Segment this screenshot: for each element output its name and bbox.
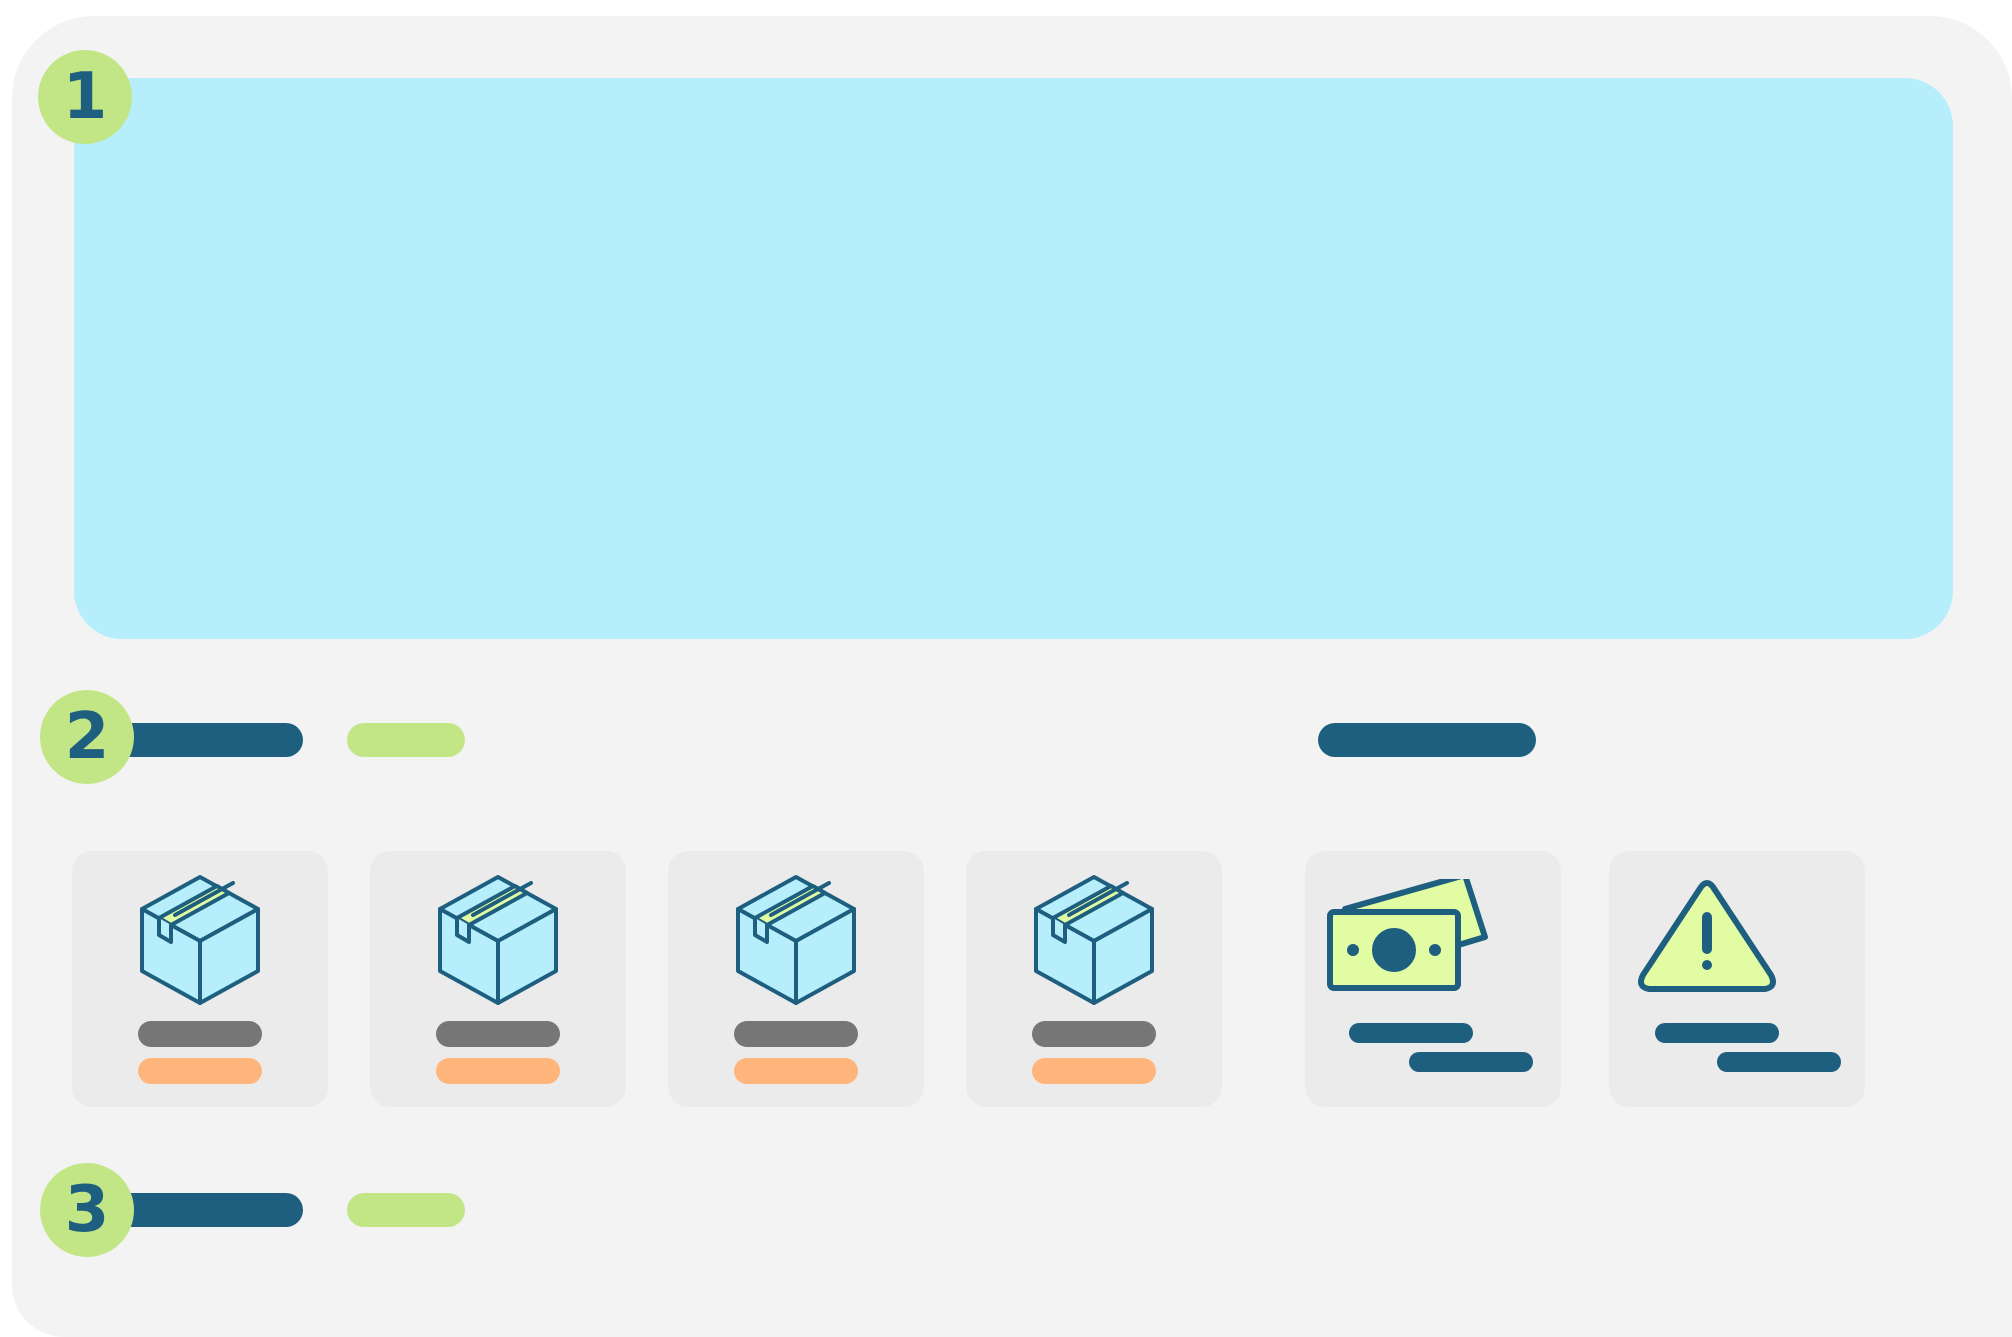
section-3-title-bar (108, 1193, 303, 1227)
alert-line-2 (1717, 1052, 1841, 1072)
product-name-bar (1032, 1021, 1156, 1047)
alert-line-1 (1655, 1023, 1779, 1043)
product-name-bar (734, 1021, 858, 1047)
box-icon (438, 875, 558, 1005)
section-2-right-title-bar (1318, 723, 1536, 757)
payment-line-1 (1349, 1023, 1473, 1043)
product-price-bar (734, 1058, 858, 1084)
product-card[interactable] (668, 851, 924, 1107)
product-price-bar (138, 1058, 262, 1084)
product-card[interactable] (370, 851, 626, 1107)
alert-card[interactable] (1609, 851, 1865, 1107)
payment-line-2 (1409, 1052, 1533, 1072)
box-icon (736, 875, 856, 1005)
step-badge-2: 2 (40, 690, 134, 784)
step-badge-1: 1 (38, 50, 132, 144)
section-2-title-bar (108, 723, 303, 757)
product-price-bar (436, 1058, 560, 1084)
step-badge-3: 3 (40, 1163, 134, 1257)
warning-icon (1638, 880, 1776, 992)
product-name-bar (138, 1021, 262, 1047)
product-price-bar (1032, 1058, 1156, 1084)
product-card[interactable] (72, 851, 328, 1107)
box-icon (140, 875, 260, 1005)
box-icon (1034, 875, 1154, 1005)
product-name-bar (436, 1021, 560, 1047)
product-card[interactable] (966, 851, 1222, 1107)
hero-banner (74, 78, 1953, 639)
money-icon (1327, 879, 1488, 991)
section-2-tag[interactable] (347, 723, 465, 757)
payment-card[interactable] (1305, 851, 1561, 1107)
section-3-tag[interactable] (347, 1193, 465, 1227)
